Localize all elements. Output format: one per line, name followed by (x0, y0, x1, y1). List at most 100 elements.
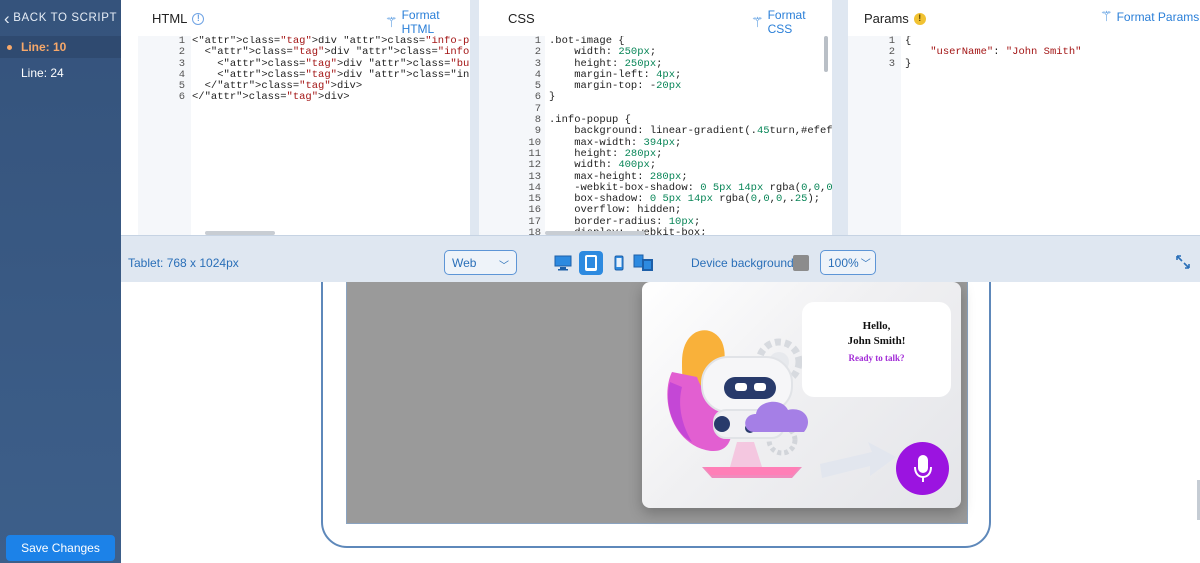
params-title-text: Params (864, 11, 909, 26)
magic-wand-icon: ⚚ (385, 13, 398, 30)
html-title-text: HTML (152, 11, 188, 26)
device-background-swatch[interactable] (793, 255, 809, 271)
params-code-editor[interactable]: 1{2 "userName": "John Smith" 3} (848, 36, 1200, 235)
line-number: 1 (178, 36, 185, 47)
chevron-down-icon: ﹀ (499, 261, 509, 272)
line-number: 2 (534, 46, 541, 59)
css-panel: CSS ⚚ Format CSS 1 .bot-image {2 width: 2… (479, 0, 832, 235)
html-panel-title: HTML ! (152, 11, 205, 26)
code-text: background: linear-gradient(.45turn,#efe… (549, 125, 832, 138)
microphone-icon (913, 454, 932, 482)
line-number: 2 (178, 46, 185, 59)
code-text: margin-top: -20px (549, 80, 682, 93)
format-params-label: Format Params (1116, 9, 1200, 24)
zoom-select[interactable]: 100% ﹀ (820, 250, 876, 275)
line-number: 3 (534, 57, 541, 70)
chevron-left-icon: ‹ (4, 8, 11, 28)
back-label: BACK TO SCRIPT (13, 12, 118, 24)
code-line[interactable]: 3} (848, 57, 1200, 70)
format-css-label: Format CSS (767, 8, 806, 36)
code-line[interactable]: 6} (479, 91, 832, 104)
platform-value: Web (452, 255, 477, 270)
line-number: 3 (888, 57, 895, 70)
html-panel-header: HTML ! ⚚ Format HTML (121, 0, 470, 36)
css-panel-title: CSS (508, 11, 535, 26)
line-number: 1 (534, 36, 541, 47)
microphone-button[interactable] (896, 442, 949, 495)
format-html-button[interactable]: ⚚ Format HTML (385, 8, 470, 36)
code-line[interactable]: 2 "userName": "John Smith" (848, 46, 1200, 59)
tablet-icon (585, 255, 597, 271)
code-line[interactable]: 18 display: -webkit-box; (479, 227, 832, 235)
code-line[interactable]: 6 </"attr">class="tag">div> (138, 91, 470, 104)
info-popup: Hello, John Smith! Ready to talk? (642, 282, 961, 508)
code-line[interactable]: 7 (479, 102, 832, 115)
line-number: 6 (534, 91, 541, 104)
params-panel-title: Params ! (864, 11, 926, 26)
line-number: 7 (534, 102, 541, 115)
tablet-view-button[interactable] (579, 251, 603, 275)
line-number: 5 (178, 80, 185, 93)
code-text: width: 400px; (549, 159, 657, 172)
line-number: 6 (178, 91, 185, 104)
code-text: } (549, 91, 556, 104)
line-number: 18 (528, 227, 541, 235)
format-html-label: Format HTML (401, 8, 440, 36)
zoom-value: 100% (828, 255, 859, 270)
line-number: 1 (888, 36, 895, 47)
line-number: 4 (534, 68, 541, 81)
css-panel-header: CSS ⚚ Format CSS (479, 0, 832, 36)
greeting-line-2: John Smith! (847, 335, 906, 347)
multi-device-icon (633, 254, 653, 271)
sidebar-item-line-24[interactable]: Line: 24 (0, 62, 121, 84)
line-number: 5 (534, 80, 541, 93)
params-panel-header: Params ! ⚚ Format Params (848, 0, 1200, 36)
css-code-editor[interactable]: 1 .bot-image {2 width: 250px; 3 height: 25… (479, 36, 832, 235)
expand-icon[interactable] (1175, 254, 1191, 270)
back-to-script-link[interactable]: ‹ BACK TO SCRIPT (4, 8, 117, 28)
line-number: 3 (178, 57, 185, 70)
active-dot-icon (7, 45, 12, 50)
format-css-button[interactable]: ⚚ Format CSS (751, 8, 832, 36)
sidebar-item-label: Line: 24 (21, 66, 64, 80)
params-panel: Params ! ⚚ Format Params 1{2 "userName":… (848, 0, 1200, 235)
mobile-view-button[interactable] (607, 251, 631, 275)
preview-toolbar: Tablet: 768 x 1024px Web ﹀ Device backgr… (121, 235, 1200, 282)
greeting-line-1: Hello, (862, 320, 891, 332)
code-text: } (905, 57, 912, 70)
desktop-view-button[interactable] (551, 251, 575, 275)
line-number: 9 (534, 125, 541, 138)
desktop-icon (554, 255, 572, 271)
ready-to-talk-text: Ready to talk? (848, 353, 905, 363)
sidebar-item-line-10[interactable]: Line: 10 (0, 36, 121, 58)
platform-select[interactable]: Web ﹀ (444, 250, 517, 275)
html-panel: HTML ! ⚚ Format HTML 1 <"attr">class="tag… (121, 0, 470, 235)
phone-icon (614, 255, 624, 271)
sidebar: ‹ BACK TO SCRIPT Line: 10 Line: 24 Save … (0, 0, 121, 563)
line-number: 12 (528, 159, 541, 172)
speech-bubble: Hello, John Smith! Ready to talk? (802, 302, 951, 397)
code-line[interactable]: 5 margin-top: -20px (479, 80, 832, 93)
save-changes-button[interactable]: Save Changes (6, 535, 115, 561)
magic-wand-icon: ⚚ (751, 13, 764, 30)
code-text: </"attr">class="tag">div> (192, 91, 350, 104)
line-number: 8 (534, 114, 541, 127)
code-line[interactable]: 2 <"attr">class="tag">div "attr">class="… (138, 46, 470, 59)
html-code-editor[interactable]: 1 <"attr">class="tag">div "attr">class="i… (138, 36, 470, 235)
magic-wand-icon: ⚚ (1100, 8, 1113, 24)
line-number: 4 (178, 68, 185, 81)
vertical-scrollbar[interactable] (824, 36, 828, 72)
sidebar-item-label: Line: 10 (21, 40, 67, 54)
format-params-button[interactable]: ⚚ Format Params (1100, 8, 1199, 25)
css-title-text: CSS (508, 11, 535, 26)
line-number: 2 (888, 46, 895, 59)
warning-icon[interactable]: ! (913, 12, 926, 25)
device-size-label: Tablet: 768 x 1024px (128, 256, 239, 270)
info-icon[interactable]: ! (192, 12, 205, 25)
code-text: "userName": "John Smith" (930, 46, 1082, 59)
device-preview: Hello, John Smith! Ready to talk? (121, 282, 1200, 563)
chevron-down-icon: ﹀ (860, 259, 871, 270)
device-background-label: Device background (691, 256, 794, 270)
editor-area: HTML ! ⚚ Format HTML 1 <"attr">class="tag… (121, 0, 1200, 235)
multi-device-view-button[interactable] (632, 251, 656, 275)
